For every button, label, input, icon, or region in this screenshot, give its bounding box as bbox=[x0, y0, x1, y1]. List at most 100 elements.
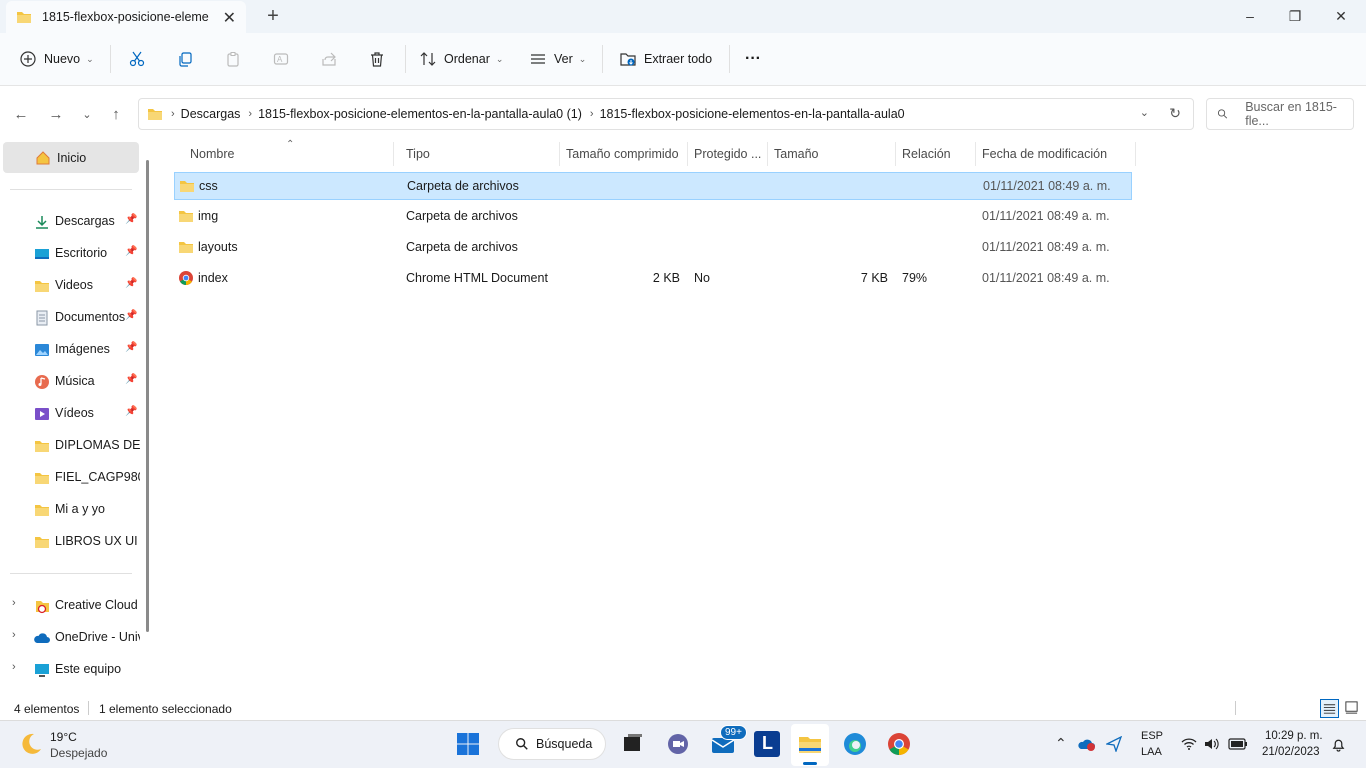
breadcrumb-parent-folder[interactable]: 1815-flexbox-posicione-elementos-en-la-p… bbox=[258, 107, 582, 121]
paste-button[interactable] bbox=[225, 41, 241, 77]
copy-button[interactable] bbox=[177, 41, 193, 77]
language-code[interactable]: ESP bbox=[1141, 730, 1163, 742]
sidebar-item-quick[interactable]: Videos 📌 bbox=[0, 272, 140, 300]
tab-title: 1815-flexbox-posicione-eleme bbox=[42, 10, 209, 24]
address-bar[interactable]: › Descargas › 1815-flexbox-posicione-ele… bbox=[138, 98, 1194, 130]
rename-button[interactable]: A bbox=[273, 41, 289, 77]
creative-cloud-icon bbox=[36, 601, 49, 614]
taskbar-search-button[interactable]: Búsqueda bbox=[498, 728, 606, 760]
sidebar-item-location[interactable]: › OneDrive - Univ bbox=[0, 624, 140, 652]
notification-bell-icon[interactable] bbox=[1331, 737, 1346, 752]
l-app-button[interactable]: L bbox=[754, 731, 780, 757]
breadcrumb-chevron-icon[interactable]: › bbox=[248, 108, 252, 120]
send-arrow-icon[interactable] bbox=[1106, 736, 1122, 752]
column-header[interactable]: Tipo bbox=[400, 142, 560, 166]
forward-arrow-icon[interactable]: → bbox=[46, 106, 66, 123]
file-row[interactable]: img Carpeta de archivos 01/11/2021 08:49 a… bbox=[174, 203, 1132, 231]
new-button[interactable]: Nuevo ⌄ bbox=[20, 41, 94, 77]
sidebar-item-quick[interactable]: Música 📌 bbox=[0, 368, 140, 396]
column-header[interactable]: Relación bbox=[896, 142, 976, 166]
speaker-icon[interactable] bbox=[1204, 737, 1220, 751]
pin-icon[interactable]: 📌 bbox=[125, 278, 137, 289]
search-icon bbox=[516, 738, 528, 750]
battery-icon[interactable] bbox=[1228, 737, 1248, 751]
edge-browser-button[interactable] bbox=[842, 731, 868, 757]
pin-icon[interactable]: 📌 bbox=[125, 342, 137, 353]
pin-icon[interactable]: 📌 bbox=[125, 214, 137, 225]
sidebar-item-quick[interactable]: Escritorio 📌 bbox=[0, 240, 140, 268]
more-options-button[interactable]: ··· bbox=[745, 41, 761, 77]
file-row[interactable]: layouts Carpeta de archivos 01/11/2021 08:… bbox=[174, 234, 1132, 262]
refresh-icon[interactable]: ↻ bbox=[1169, 105, 1181, 122]
clock-time[interactable]: 10:29 p. m. bbox=[1265, 730, 1323, 742]
documents-icon bbox=[36, 310, 48, 326]
recent-locations-chevron-icon[interactable]: ⌄ bbox=[77, 108, 97, 121]
pin-icon[interactable]: 📌 bbox=[125, 246, 137, 257]
sidebar-item-location[interactable]: › Creative Cloud F bbox=[0, 592, 140, 620]
view-button[interactable]: Ver ⌄ bbox=[530, 41, 586, 77]
breadcrumb-chevron-icon[interactable]: › bbox=[171, 108, 175, 120]
file-row[interactable]: css Carpeta de archivos 01/11/2021 08:49 a… bbox=[174, 172, 1132, 200]
show-hidden-icons-chevron-icon[interactable]: ⌃ bbox=[1055, 735, 1067, 752]
chat-app-button[interactable] bbox=[665, 731, 691, 757]
pin-icon[interactable]: 📌 bbox=[125, 374, 137, 385]
sidebar-item-quick[interactable]: LIBROS UX UI bbox=[0, 528, 140, 556]
sidebar-scrollbar[interactable] bbox=[146, 160, 149, 632]
back-arrow-icon[interactable]: ← bbox=[11, 106, 31, 123]
sidebar-item-quick[interactable]: Vídeos 📌 bbox=[0, 400, 140, 428]
breadcrumb-chevron-icon[interactable]: › bbox=[590, 108, 594, 120]
close-tab-icon[interactable]: ✕ bbox=[223, 8, 236, 28]
details-view-button[interactable] bbox=[1320, 699, 1339, 718]
explorer-tab[interactable]: 1815-flexbox-posicione-eleme ✕ bbox=[6, 1, 246, 33]
cut-button[interactable] bbox=[129, 41, 145, 77]
share-button[interactable] bbox=[321, 41, 337, 77]
chevron-down-icon: ⌄ bbox=[495, 53, 504, 64]
expand-chevron-icon[interactable]: › bbox=[12, 629, 16, 641]
maximize-button[interactable]: ❐ bbox=[1272, 4, 1318, 28]
weather-temperature: 19°C bbox=[50, 730, 77, 744]
tiles-view-button[interactable] bbox=[1343, 699, 1362, 718]
chrome-browser-button[interactable] bbox=[886, 731, 912, 757]
sidebar-item-quick[interactable]: Mi a y yo bbox=[0, 496, 140, 524]
keyboard-layout[interactable]: LAA bbox=[1141, 746, 1162, 758]
clock-date[interactable]: 21/02/2023 bbox=[1262, 746, 1320, 758]
delete-button[interactable] bbox=[369, 41, 385, 77]
onedrive-status-icon[interactable] bbox=[1077, 737, 1095, 751]
start-button[interactable] bbox=[455, 731, 481, 757]
sort-button[interactable]: Ordenar ⌄ bbox=[420, 41, 503, 77]
navigation-pane: Inicio Descargas 📌 Escritorio 📌 Videos 📌 Docum… bbox=[0, 142, 155, 697]
sidebar-item-quick[interactable]: Descargas 📌 bbox=[0, 208, 140, 236]
sidebar-item-location[interactable]: › Este equipo bbox=[0, 656, 140, 684]
wifi-icon[interactable] bbox=[1181, 737, 1197, 751]
sidebar-item-quick[interactable]: DIPLOMAS DE C bbox=[0, 432, 140, 460]
weather-widget[interactable] bbox=[18, 731, 44, 757]
column-header[interactable]: Tamaño bbox=[768, 142, 896, 166]
column-header[interactable]: Tamaño comprimido bbox=[560, 142, 688, 166]
file-explorer-taskbar-button[interactable] bbox=[791, 724, 829, 766]
extract-all-button[interactable]: Extraer todo bbox=[620, 41, 712, 77]
folder-icon bbox=[148, 109, 162, 120]
address-history-chevron-icon[interactable]: ⌄ bbox=[1140, 106, 1149, 119]
mail-app-button[interactable]: 99+ bbox=[710, 725, 747, 757]
minimize-button[interactable]: – bbox=[1227, 4, 1273, 28]
column-header[interactable]: Protegido ... bbox=[688, 142, 768, 166]
sidebar-item-home[interactable]: Inicio bbox=[3, 142, 139, 173]
file-row[interactable]: index Chrome HTML Document 2 KB No 7 KB 79% 01… bbox=[174, 265, 1132, 293]
home-label: Inicio bbox=[57, 150, 87, 165]
expand-chevron-icon[interactable]: › bbox=[12, 597, 16, 609]
pin-icon[interactable]: 📌 bbox=[125, 310, 137, 321]
column-header[interactable]: Fecha de modificación bbox=[976, 142, 1136, 166]
sidebar-item-quick[interactable]: Imágenes 📌 bbox=[0, 336, 140, 364]
sidebar-item-quick[interactable]: Documentos 📌 bbox=[0, 304, 140, 332]
pin-icon[interactable]: 📌 bbox=[125, 406, 137, 417]
task-view-button[interactable] bbox=[620, 731, 646, 757]
sidebar-item-quick[interactable]: FIEL_CAGP98082 bbox=[0, 464, 140, 492]
expand-chevron-icon[interactable]: › bbox=[12, 661, 16, 673]
file-explorer-icon bbox=[799, 737, 821, 753]
new-tab-button[interactable]: + bbox=[263, 5, 283, 28]
breadcrumb-downloads[interactable]: Descargas bbox=[181, 107, 241, 121]
up-arrow-icon[interactable]: ↑ bbox=[106, 106, 126, 123]
breadcrumb-current-folder[interactable]: 1815-flexbox-posicione-elementos-en-la-p… bbox=[600, 107, 905, 121]
close-window-button[interactable]: ✕ bbox=[1318, 4, 1364, 28]
search-box[interactable]: Buscar en 1815-fle... bbox=[1206, 98, 1354, 130]
